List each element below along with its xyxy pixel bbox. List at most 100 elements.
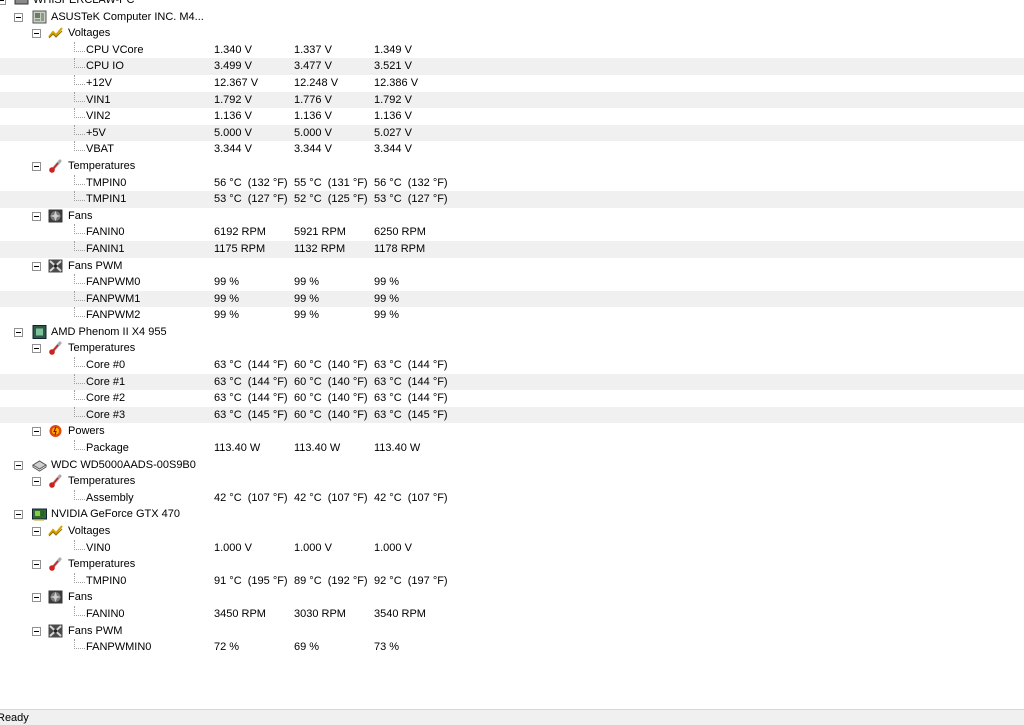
value-cell: 99 % xyxy=(214,292,240,305)
sensor-row-vin0[interactable]: VIN0 1.000 V 1.000 V 1.000 V xyxy=(0,539,1024,557)
tree-connector xyxy=(74,440,85,451)
group-node-fans[interactable]: Fans xyxy=(0,589,1024,606)
sensor-row-fanin0[interactable]: FANIN0 3450 RPM 3030 RPM 3540 RPM xyxy=(0,605,1024,623)
sensor-row-fanin1[interactable]: FANIN1 1175 RPM 1132 RPM 1178 RPM xyxy=(0,240,1024,258)
cpu-icon xyxy=(32,324,47,339)
collapse-toggle[interactable] xyxy=(14,460,23,470)
sensor-row-5v[interactable]: +5V 5.000 V 5.000 V 5.027 V xyxy=(0,124,1024,142)
collapse-toggle[interactable] xyxy=(14,510,23,520)
collapse-toggle[interactable] xyxy=(14,327,23,337)
sensor-row-fanpwm2[interactable]: FANPWM2 99 % 99 % 99 % xyxy=(0,307,1024,324)
sensor-row-vin2[interactable]: VIN2 1.136 V 1.136 V 1.136 V xyxy=(0,108,1024,125)
node-label: Temperatures xyxy=(68,159,136,172)
value-cell: 99 % xyxy=(214,276,240,289)
value-cell: 3450 RPM xyxy=(214,607,266,620)
group-node-temperatures[interactable]: Temperatures xyxy=(0,340,1024,357)
tree-connector xyxy=(74,373,85,384)
sensor-row-cpu-vcore[interactable]: CPU VCore 1.340 V 1.337 V 1.349 V xyxy=(0,41,1024,59)
tree-connector xyxy=(74,240,85,251)
node-label: VIN2 xyxy=(86,110,111,123)
tree-connector xyxy=(74,108,85,119)
node-label: +5V xyxy=(86,126,106,139)
sensor-row-fanpwmin0[interactable]: FANPWMIN0 72 % 69 % 73 % xyxy=(0,639,1024,656)
hardware-node-asustek-computer-inc-m4[interactable]: ASUSTeK Computer INC. M4... xyxy=(0,9,1024,26)
node-label: FANPWM2 xyxy=(86,309,141,322)
collapse-toggle[interactable] xyxy=(32,560,41,570)
collapse-toggle[interactable] xyxy=(32,593,41,603)
sensor-row-core-3[interactable]: Core #3 63 °C (145 °F) 60 °C (140 °F) 63 °C… xyxy=(0,406,1024,424)
max-cell: 63 °C (144 °F) xyxy=(374,375,448,388)
tree-connector xyxy=(74,224,85,235)
group-node-temperatures[interactable]: Temperatures xyxy=(0,158,1024,175)
tree-connector xyxy=(74,191,85,202)
node-label: Fans xyxy=(68,209,93,222)
collapse-toggle[interactable] xyxy=(0,0,6,5)
sensor-row-vin1[interactable]: VIN1 1.792 V 1.776 V 1.792 V xyxy=(0,91,1024,109)
max-cell: 1.000 V xyxy=(374,541,412,554)
value-cell: 113.40 W xyxy=(214,442,261,455)
sensor-row-12v[interactable]: +12V 12.367 V 12.248 V 12.386 V xyxy=(0,74,1024,92)
sensor-row-fanin0[interactable]: FANIN0 6192 RPM 5921 RPM 6250 RPM xyxy=(0,224,1024,241)
sensor-row-vbat[interactable]: VBAT 3.344 V 3.344 V 3.344 V xyxy=(0,141,1024,158)
group-node-fans-pwm[interactable]: Fans PWM xyxy=(0,623,1024,640)
node-label: FANIN0 xyxy=(86,607,125,620)
collapse-toggle[interactable] xyxy=(14,12,23,22)
collapse-toggle[interactable] xyxy=(32,344,41,354)
max-cell: 113.40 W xyxy=(374,442,421,455)
collapse-toggle[interactable] xyxy=(32,477,41,487)
min-cell: 52 °C (125 °F) xyxy=(294,193,368,206)
thermometer-icon xyxy=(48,159,63,173)
sensor-row-assembly[interactable]: Assembly 42 °C (107 °F) 42 °C (107 °F) 42 °… xyxy=(0,489,1024,507)
node-label: Core #0 xyxy=(86,359,126,372)
sensor-row-core-0[interactable]: Core #0 63 °C (144 °F) 60 °C (140 °F) 63 °C… xyxy=(0,357,1024,374)
sensor-row-cpu-io[interactable]: CPU IO 3.499 V 3.477 V 3.521 V xyxy=(0,58,1024,75)
computer-node-whisperclaw-pc[interactable]: WHISPERCLAW-PC xyxy=(0,0,1024,9)
sensor-row-tmpin0[interactable]: TMPIN0 91 °C (195 °F) 89 °C (192 °F) 92 °C … xyxy=(0,572,1024,590)
max-cell: 3540 RPM xyxy=(374,607,426,620)
collapse-toggle[interactable] xyxy=(32,161,41,171)
sensor-tree[interactable]: WHISPERCLAW-PC ASUSTeK Computer INC. M4..… xyxy=(0,0,1024,656)
node-label: Fans PWM xyxy=(68,624,123,637)
collapse-toggle[interactable] xyxy=(32,211,41,221)
hardware-node-amd-phenom-ii-x4-955[interactable]: AMD Phenom II X4 955 xyxy=(0,324,1024,341)
collapse-toggle[interactable] xyxy=(32,527,41,536)
max-cell: 63 °C (144 °F) xyxy=(374,392,448,405)
node-label: Core #2 xyxy=(86,392,126,405)
voltage-icon xyxy=(48,524,63,538)
collapse-toggle[interactable] xyxy=(32,427,41,437)
group-node-powers[interactable]: Powers xyxy=(0,423,1024,440)
min-cell: 1132 RPM xyxy=(294,242,346,255)
sensor-row-package[interactable]: Package 113.40 W 113.40 W 113.40 W xyxy=(0,440,1024,457)
node-label: TMPIN0 xyxy=(86,574,127,587)
max-cell: 1178 RPM xyxy=(374,242,426,255)
group-node-voltages[interactable]: Voltages xyxy=(0,25,1024,42)
group-node-fans[interactable]: Fans xyxy=(0,208,1024,225)
max-cell: 5.027 V xyxy=(374,126,412,139)
value-cell: 1175 RPM xyxy=(214,242,266,255)
node-label: Temperatures xyxy=(68,475,136,488)
tree-connector xyxy=(74,572,85,583)
collapse-toggle[interactable] xyxy=(32,626,41,636)
group-node-voltages[interactable]: Voltages xyxy=(0,523,1024,540)
sensor-row-tmpin1[interactable]: TMPIN1 53 °C (127 °F) 52 °C (125 °F) 53 °C … xyxy=(0,191,1024,208)
value-cell: 91 °C (195 °F) xyxy=(214,574,288,587)
node-label: Powers xyxy=(68,425,105,438)
min-cell: 42 °C (107 °F) xyxy=(294,491,368,504)
hardware-node-nvidia-geforce-gtx-470[interactable]: NVIDIA GeForce GTX 470 xyxy=(0,506,1024,523)
sensor-row-fanpwm1[interactable]: FANPWM1 99 % 99 % 99 % xyxy=(0,290,1024,308)
sensor-row-fanpwm0[interactable]: FANPWM0 99 % 99 % 99 % xyxy=(0,274,1024,291)
min-cell: 12.248 V xyxy=(294,76,339,89)
collapse-toggle[interactable] xyxy=(32,261,41,271)
sensor-row-core-2[interactable]: Core #2 63 °C (144 °F) 60 °C (140 °F) 63 °C… xyxy=(0,390,1024,407)
group-node-fans-pwm[interactable]: Fans PWM xyxy=(0,258,1024,275)
node-label: VBAT xyxy=(86,143,114,156)
collapse-toggle[interactable] xyxy=(32,29,41,39)
tree-connector xyxy=(74,307,85,318)
thermometer-icon xyxy=(48,341,63,356)
group-node-temperatures[interactable]: Temperatures xyxy=(0,556,1024,573)
tree-connector xyxy=(74,174,85,185)
sensor-row-tmpin0[interactable]: TMPIN0 56 °C (132 °F) 55 °C (131 °F) 56 °C … xyxy=(0,174,1024,192)
hardware-node-wdc-wd5000aads-00s9b0[interactable]: WDC WD5000AADS-00S9B0 xyxy=(0,457,1024,474)
group-node-temperatures[interactable]: Temperatures xyxy=(0,473,1024,490)
sensor-row-core-1[interactable]: Core #1 63 °C (144 °F) 60 °C (140 °F) 63 °C… xyxy=(0,373,1024,391)
